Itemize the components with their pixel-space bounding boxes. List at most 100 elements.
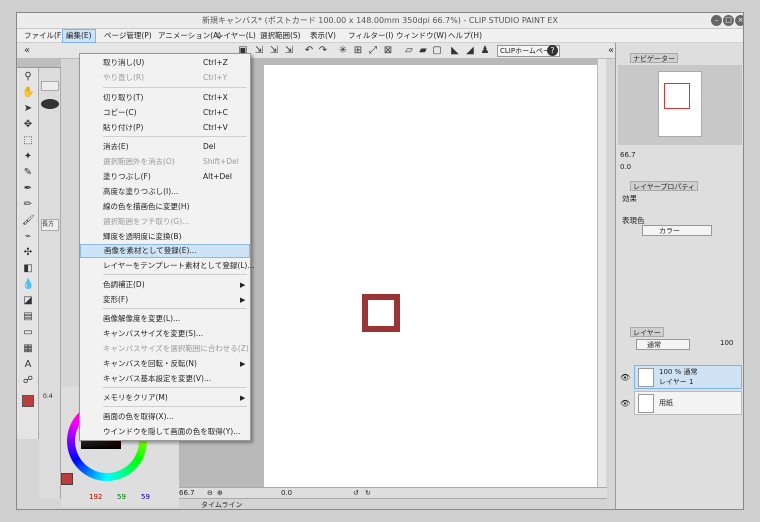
blend-tool-icon[interactable]: 💧 <box>22 279 34 291</box>
decoration-icon[interactable]: ✣ <box>22 247 34 259</box>
edit-menu-item[interactable]: 取り消し(U) Ctrl+Z <box>80 56 250 70</box>
selection-tool-icon[interactable]: ⬚ <box>22 135 34 147</box>
visibility-eye-icon[interactable]: 👁 <box>620 373 630 382</box>
menu-file[interactable]: ファイル(F) <box>21 29 67 43</box>
grid-snap-icon[interactable]: ⊞ <box>352 45 364 57</box>
main-color-swatch[interactable] <box>22 395 34 407</box>
operation-tool-icon[interactable]: ➤ <box>22 103 34 115</box>
minimize-icon[interactable]: – <box>711 15 722 26</box>
edit-menu-item[interactable]: 切り取り(T) Ctrl+X <box>80 91 250 105</box>
ruler-snap-icon[interactable]: ⤢ <box>367 45 379 57</box>
blend-mode-select[interactable]: 通常 <box>636 339 690 350</box>
navigator-view[interactable] <box>618 65 742 145</box>
edit-menu-item[interactable]: 選択範囲外を消去(O) Shift+Del <box>80 155 250 169</box>
sub-tool-item[interactable] <box>41 99 59 109</box>
navigator-zoom[interactable]: 66.7 <box>620 151 636 159</box>
edit-menu-item[interactable]: 画像解像度を変更(L)... <box>80 312 250 326</box>
pen-tool-icon[interactable]: ✒ <box>22 183 34 195</box>
main-color-chip[interactable] <box>61 473 73 485</box>
edit-menu-item[interactable]: やり直し(R) Ctrl+Y <box>80 71 250 85</box>
text-tool-icon[interactable]: A <box>22 359 34 371</box>
move-layer-icon[interactable]: ✥ <box>22 119 34 131</box>
fill-icon[interactable]: ▰ <box>417 45 429 57</box>
transform-icon[interactable]: ⊠ <box>382 45 394 57</box>
timeline-tab[interactable]: タイムライン <box>201 499 243 509</box>
menu-layer[interactable]: レイヤー(L) <box>213 29 259 43</box>
edit-menu-item[interactable]: 貼り付け(P) Ctrl+V <box>80 121 250 135</box>
edit-menu-item[interactable]: キャンバスを回転・反転(N) ▶ <box>80 357 250 371</box>
rotate-left-icon[interactable]: ↺ <box>353 488 359 498</box>
shape-tool-icon[interactable]: ▭ <box>22 327 34 339</box>
edit-menu-item[interactable]: キャンバス基本設定を変更(V)... <box>80 372 250 386</box>
zoom-out-icon[interactable]: ⊖ <box>207 488 213 498</box>
eyedropper-icon[interactable]: ✎ <box>22 167 34 179</box>
zoom-tool-icon[interactable]: ⚲ <box>22 71 34 83</box>
edit-menu-item[interactable]: 塗りつぶし(F) Alt+Del <box>80 170 250 184</box>
layer-tab[interactable]: レイヤー <box>630 327 664 337</box>
visibility-eye-icon[interactable]: 👁 <box>620 399 630 408</box>
edit-menu-item[interactable]: 輝度を透明度に変換(B) <box>80 230 250 244</box>
menu-window[interactable]: ウィンドウ(W) <box>393 29 450 43</box>
opacity-value[interactable]: 100 <box>720 339 733 347</box>
brush-size-value[interactable]: 0.4 <box>43 393 53 400</box>
menu-help[interactable]: ヘルプ(H) <box>445 29 485 43</box>
canvas-vertical-scrollbar[interactable] <box>597 59 606 487</box>
collapse-left-icon[interactable]: « <box>21 45 33 57</box>
balloon-tool-icon[interactable]: ☍ <box>22 375 34 387</box>
undo-icon[interactable]: ↶ <box>303 45 315 57</box>
eraser-icon[interactable]: ◧ <box>22 263 34 275</box>
sub-tool-item[interactable] <box>41 81 59 91</box>
ruler-icon[interactable]: ◢ <box>464 45 476 57</box>
edit-menu-item[interactable]: ウインドウを隠して画面の色を取得(Y)... <box>80 425 250 439</box>
gradient-icon[interactable]: ▤ <box>22 311 34 323</box>
hand-tool-icon[interactable]: ✋ <box>22 87 34 99</box>
zoom-in-icon[interactable]: ⊕ <box>217 488 223 498</box>
pencil-tool-icon[interactable]: ✏ <box>22 199 34 211</box>
snap-icon[interactable]: ✳ <box>337 45 349 57</box>
vector-icon[interactable]: ◣ <box>449 45 461 57</box>
maximize-icon[interactable]: □ <box>723 15 734 26</box>
menu-selection[interactable]: 選択範囲(S) <box>257 29 304 43</box>
layer-row[interactable]: 用紙 <box>634 391 742 415</box>
edit-menu-item[interactable]: 画面の色を取得(X)... <box>80 410 250 424</box>
edit-menu-item[interactable]: キャンバスサイズを変更(S)... <box>80 327 250 341</box>
edit-menu-item[interactable]: メモリをクリア(M) ▶ <box>80 391 250 405</box>
edit-menu-item[interactable]: 画像を素材として登録(E)... <box>80 244 250 258</box>
menu-view[interactable]: 表示(V) <box>307 29 339 43</box>
edit-menu-item[interactable]: 消去(E) Del <box>80 140 250 154</box>
figure-icon[interactable]: ♟ <box>479 45 491 57</box>
color-mode-select[interactable]: カラー <box>642 225 712 236</box>
airbrush-icon[interactable]: ⌁ <box>22 231 34 243</box>
auto-select-icon[interactable]: ✦ <box>22 151 34 163</box>
edit-menu-item[interactable]: レイヤーをテンプレート素材として登録(L)... <box>80 259 255 273</box>
menu-edit[interactable]: 編集(E) <box>62 29 96 43</box>
edit-menu-item[interactable]: キャンバスサイズを選択範囲に合わせる(Z) <box>80 342 250 356</box>
clear-icon[interactable]: ▱ <box>403 45 415 57</box>
menu-page[interactable]: ページ管理(P) <box>101 29 155 43</box>
layer-property-tab[interactable]: レイヤープロパティ <box>630 181 698 191</box>
export-icon[interactable]: ⇲ <box>253 45 265 57</box>
edit-menu-item[interactable]: 選択範囲をフチ取り(G)... <box>80 215 250 229</box>
canvas-paper[interactable] <box>264 65 606 489</box>
fill-tool-icon[interactable]: ◪ <box>22 295 34 307</box>
frame-tool-icon[interactable]: ▦ <box>22 343 34 355</box>
brush-tool-icon[interactable]: 🖌 <box>22 215 35 227</box>
border-icon[interactable]: ▢ <box>431 45 443 57</box>
menu-filter[interactable]: フィルター(I) <box>345 29 396 43</box>
navigator-tab[interactable]: ナビゲーター <box>630 53 678 63</box>
edit-menu-item[interactable]: 線の色を描画色に変更(H) <box>80 200 250 214</box>
redo-icon[interactable]: ↷ <box>317 45 329 57</box>
navigator-viewport[interactable] <box>664 83 690 109</box>
zoom-readout[interactable]: 66.7 <box>179 488 195 498</box>
angle-readout[interactable]: 0.0 <box>281 488 292 498</box>
layer-row[interactable]: 100 % 通常 レイヤー 1 <box>634 365 742 389</box>
edit-menu-item[interactable]: 高度な塗りつぶし(I)... <box>80 185 250 199</box>
rotate-right-icon[interactable]: ↻ <box>365 488 371 498</box>
export-3-icon[interactable]: ⇲ <box>283 45 295 57</box>
close-icon[interactable]: × <box>735 15 743 26</box>
edit-menu-item[interactable]: 色調補正(D) ▶ <box>80 278 250 292</box>
edit-menu-item[interactable]: コピー(C) Ctrl+C <box>80 106 250 120</box>
export-2-icon[interactable]: ⇲ <box>268 45 280 57</box>
edit-menu-item[interactable]: 変形(F) ▶ <box>80 293 250 307</box>
help-icon[interactable]: ? <box>547 45 558 56</box>
